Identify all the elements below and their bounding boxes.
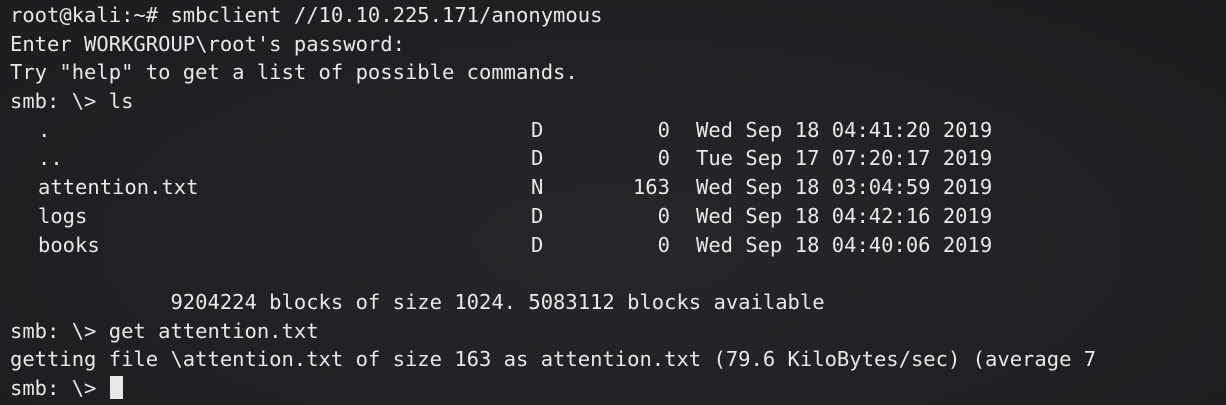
listing-row: books D 0 Wed Sep 18 04:40:06 2019	[0, 231, 1226, 260]
file-name: attention.txt	[38, 175, 199, 200]
password-prompt: Enter WORKGROUP\root's password:	[10, 31, 405, 56]
file-size: 163	[632, 175, 670, 200]
file-attr: D	[531, 117, 544, 142]
terminal-line: Try "help" to get a list of possible com…	[0, 58, 1226, 87]
listing-row: logs D 0 Wed Sep 18 04:42:16 2019	[0, 202, 1226, 231]
terminal-line: smb: \> get attention.txt	[0, 317, 1226, 346]
file-date: Tue Sep 17 07:20:17 2019	[696, 146, 993, 171]
file-name: books	[38, 232, 100, 257]
prompt-line[interactable]: smb: \>	[10, 374, 123, 403]
file-size: 0	[657, 146, 670, 171]
listing-row: .. D 0 Tue Sep 17 07:20:17 2019	[0, 144, 1226, 173]
terminal-line: root@kali:~# smbclient //10.10.225.171/a…	[0, 1, 1226, 30]
smb-prompt: smb: \>	[10, 375, 109, 400]
help-hint: Try "help" to get a list of possible com…	[10, 60, 578, 85]
file-attr: N	[531, 175, 544, 200]
command-get: smb: \> get attention.txt	[10, 318, 319, 343]
file-attr: D	[531, 232, 544, 257]
blocks-summary: 9204224 blocks of size 1024. 5083112 blo…	[10, 289, 825, 314]
terminal-line[interactable]: smb: \>	[0, 374, 1226, 403]
file-date: Wed Sep 18 04:40:06 2019	[696, 232, 993, 257]
command-ls: smb: \> ls	[10, 89, 134, 114]
file-attr: D	[531, 203, 544, 228]
file-attr: D	[531, 146, 544, 171]
terminal-line: smb: \> ls	[0, 87, 1226, 116]
file-date: Wed Sep 18 04:41:20 2019	[696, 117, 993, 142]
command-smbclient: root@kali:~# smbclient //10.10.225.171/a…	[10, 3, 603, 27]
file-name: .	[38, 117, 51, 142]
file-size: 0	[657, 117, 670, 142]
file-size: 0	[657, 203, 670, 228]
terminal-line: getting file \attention.txt of size 163 …	[0, 345, 1226, 374]
terminal-line: Enter WORKGROUP\root's password:	[0, 30, 1226, 59]
file-date: Wed Sep 18 04:42:16 2019	[696, 203, 993, 228]
terminal-window[interactable]: root@kali:~# smbclient //10.10.225.171/a…	[0, 0, 1226, 405]
file-size: 0	[657, 232, 670, 257]
listing-row: . D 0 Wed Sep 18 04:41:20 2019	[0, 116, 1226, 145]
file-date: Wed Sep 18 03:04:59 2019	[696, 175, 993, 200]
terminal-line: 9204224 blocks of size 1024. 5083112 blo…	[0, 288, 1226, 317]
listing-row: attention.txt N 163 Wed Sep 18 03:04:59 …	[0, 173, 1226, 202]
transfer-status: getting file \attention.txt of size 163 …	[10, 347, 1097, 372]
text-cursor[interactable]	[109, 375, 123, 399]
file-name: logs	[38, 203, 88, 228]
file-name: ..	[38, 146, 63, 171]
